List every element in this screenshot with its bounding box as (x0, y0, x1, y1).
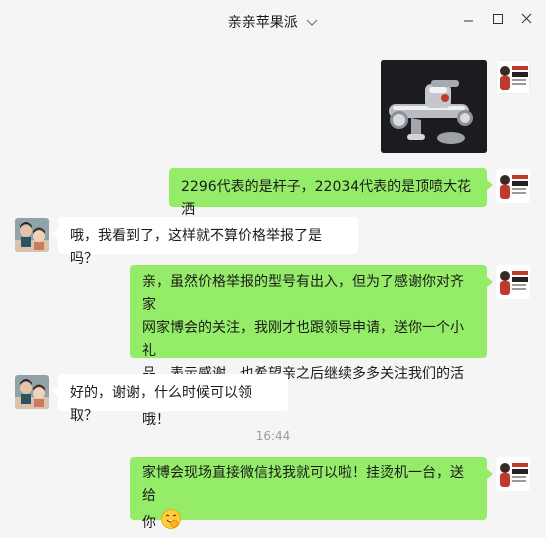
contact-avatar[interactable] (15, 218, 49, 252)
grin-hand-emoji-icon (160, 508, 182, 538)
self-message-bubble[interactable]: 2296代表的是杆子，22034代表的是顶喷大花洒 (169, 168, 493, 218)
message-line-with-emoji: 你 (142, 508, 475, 538)
message-line: 亲，虽然价格举报的型号有出入，但为了感谢你对齐家 (142, 274, 464, 313)
chevron-down-icon[interactable] (306, 15, 318, 31)
title-bar: 亲亲苹果派 (0, 0, 546, 44)
faucet-image (381, 60, 487, 153)
self-avatar[interactable] (496, 169, 530, 203)
message-line: 你 (142, 515, 156, 531)
self-avatar[interactable] (496, 265, 530, 299)
self-avatar[interactable] (496, 457, 530, 491)
contact-message-bubble[interactable]: 好的，谢谢，什么时候可以领取？ (52, 374, 288, 424)
self-message-bubble[interactable]: 家博会现场直接微信找我就可以啦！挂烫机一台，送给 你 (130, 457, 493, 531)
minimize-icon[interactable] (460, 10, 478, 28)
image-message[interactable] (381, 60, 487, 153)
contact-avatar[interactable] (15, 375, 49, 409)
close-icon[interactable] (518, 10, 536, 28)
timestamp: 16:44 (255, 429, 291, 443)
maximize-icon[interactable] (489, 10, 507, 28)
self-message-bubble[interactable]: 亲，虽然价格举报的型号有出入，但为了感谢你对齐家 网家博会的关注，我刚才也跟领导… (130, 265, 493, 428)
message-text: 哦，我看到了，这样就不算价格举报了是吗？ (70, 228, 322, 267)
chat-title[interactable]: 亲亲苹果派 (228, 15, 298, 31)
message-line: 网家博会的关注，我刚才也跟领导申请，送你一个小礼 (142, 320, 464, 359)
self-avatar[interactable] (496, 60, 530, 94)
contact-message-bubble[interactable]: 哦，我看到了，这样就不算价格举报了是吗？ (52, 217, 358, 267)
message-text: 2296代表的是杆子，22034代表的是顶喷大花洒 (181, 179, 472, 218)
message-line: 家博会现场直接微信找我就可以啦！挂烫机一台，送给 (142, 465, 464, 504)
